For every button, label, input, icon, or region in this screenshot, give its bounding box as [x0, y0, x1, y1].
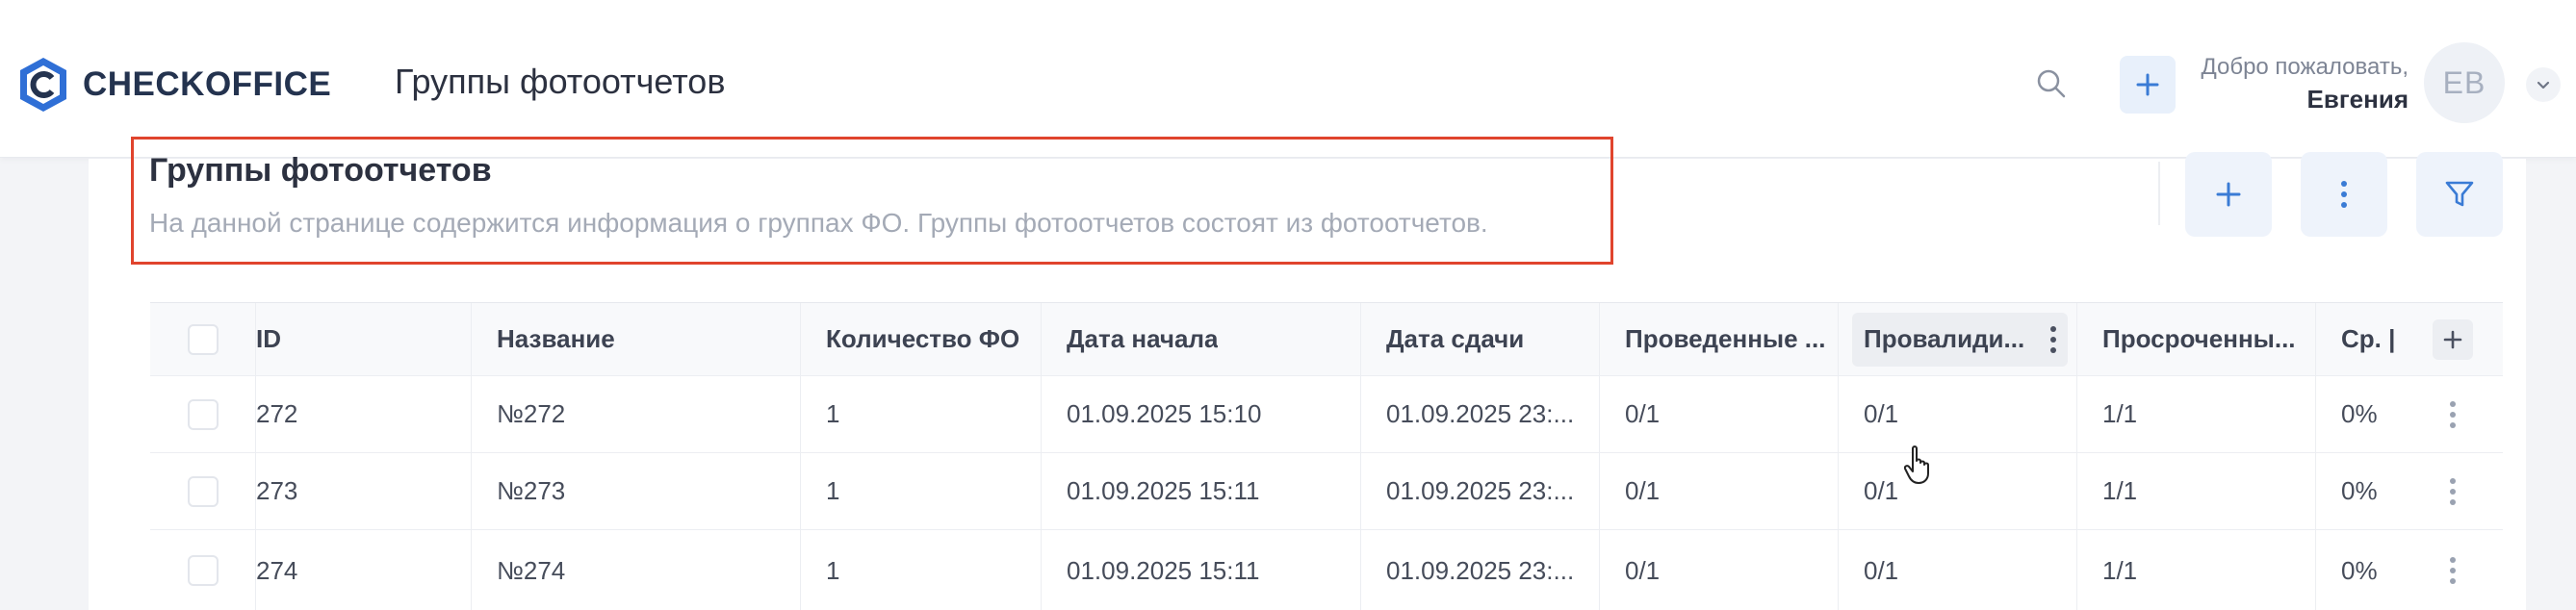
cell-average: 0%	[2341, 555, 2378, 585]
column-menu-icon[interactable]	[2050, 325, 2056, 353]
cell-name: №274	[472, 530, 801, 610]
more-vertical-icon	[2341, 181, 2347, 208]
user-menu-button[interactable]	[2526, 67, 2561, 102]
column-header-average[interactable]: Ср. |	[2316, 303, 2403, 375]
welcome-label: Добро пожаловать,	[2201, 54, 2409, 80]
plus-icon	[2136, 73, 2159, 96]
cell-start-date: 01.09.2025 15:11	[1042, 453, 1361, 529]
cell-start-date: 01.09.2025 15:11	[1042, 530, 1361, 610]
cell-overdue: 1/1	[2077, 530, 2316, 610]
row-actions-icon[interactable]	[2450, 400, 2456, 428]
row-select-cell	[150, 530, 256, 610]
row-actions-icon[interactable]	[2450, 477, 2456, 505]
table-row[interactable]: 274 №274 1 01.09.2025 15:11 01.09.2025 2…	[150, 530, 2503, 610]
column-header-due-date[interactable]: Дата сдачи	[1361, 303, 1600, 375]
header-page-title: Группы фотоотчетов	[395, 62, 726, 101]
cell-completed: 0/1	[1600, 376, 1839, 452]
column-header-overdue[interactable]: Просроченны...	[2077, 303, 2316, 375]
hand-cursor-icon	[1904, 445, 1929, 484]
column-header-photo-count[interactable]: Количество ФО	[801, 303, 1042, 375]
cell-due-date: 01.09.2025 23:...	[1361, 453, 1600, 529]
table-row[interactable]: 272 №272 1 01.09.2025 15:10 01.09.2025 2…	[150, 376, 2503, 453]
plus-icon	[2216, 182, 2241, 207]
cell-name: №272	[472, 376, 801, 452]
cell-name: №273	[472, 453, 801, 529]
cell-overdue: 1/1	[2077, 376, 2316, 452]
cell-due-date: 01.09.2025 23:...	[1361, 530, 1600, 610]
cell-id: 274	[256, 530, 472, 610]
row-actions-cell	[2403, 376, 2503, 452]
row-actions-icon[interactable]	[2450, 557, 2456, 584]
user-name: Евгения	[2306, 85, 2409, 114]
add-column-button[interactable]	[2433, 318, 2473, 360]
toolbar-divider	[2158, 162, 2160, 225]
row-actions-cell	[2403, 453, 2503, 529]
photo-report-groups-table: ID Название Количество ФО Дата начала Да…	[150, 302, 2503, 610]
column-header-id[interactable]: ID	[256, 303, 472, 375]
row-select-cell	[150, 376, 256, 452]
avatar[interactable]: ЕВ	[2424, 42, 2505, 123]
page-description: На данной странице содержится информация…	[149, 208, 1488, 238]
create-group-button[interactable]	[2185, 152, 2272, 237]
cell-due-date: 01.09.2025 23:...	[1361, 376, 1600, 452]
filter-button[interactable]	[2416, 152, 2503, 237]
column-header-validated[interactable]: Провалиди...	[1852, 312, 2068, 367]
cell-overdue: 1/1	[2077, 453, 2316, 529]
checkoffice-logo-icon	[20, 58, 66, 112]
cell-completed: 0/1	[1600, 453, 1839, 529]
row-actions-cell	[2403, 530, 2503, 610]
cell-validated: 0/1	[1839, 530, 2077, 610]
cell-id: 273	[256, 453, 472, 529]
cell-photo-count: 1	[801, 376, 1042, 452]
cell-start-date: 01.09.2025 15:10	[1042, 376, 1361, 452]
logo[interactable]: CHECKOFFICE	[17, 56, 331, 114]
cell-average: 0%	[2341, 399, 2378, 428]
cell-photo-count: 1	[801, 453, 1042, 529]
table-header-row: ID Название Количество ФО Дата начала Да…	[150, 303, 2503, 376]
top-bar: CHECKOFFICE Группы фотоотчетов Добро пож…	[0, 0, 2576, 158]
brand-name: CHECKOFFICE	[83, 65, 332, 103]
more-actions-button[interactable]	[2301, 152, 2387, 237]
cell-average: 0%	[2341, 476, 2378, 505]
row-checkbox[interactable]	[187, 475, 219, 507]
column-header-validated-cell: Провалиди...	[1839, 303, 2077, 375]
plus-icon	[2443, 330, 2462, 348]
cell-completed: 0/1	[1600, 530, 1839, 610]
page-heading: Группы фотоотчетов	[149, 152, 492, 189]
column-header-name[interactable]: Название	[472, 303, 801, 375]
select-all-checkbox[interactable]	[187, 323, 219, 355]
select-all-cell	[150, 303, 256, 375]
add-button[interactable]	[2120, 56, 2176, 114]
cell-validated: 0/1	[1839, 376, 2077, 452]
row-select-cell	[150, 453, 256, 529]
filter-icon	[2445, 181, 2474, 207]
chevron-down-icon	[2537, 81, 2550, 89]
search-icon[interactable]	[2035, 67, 2068, 100]
cell-id: 272	[256, 376, 472, 452]
table-row[interactable]: 273 №273 1 01.09.2025 15:11 01.09.2025 2…	[150, 453, 2503, 530]
column-header-completed[interactable]: Проведенные ...	[1600, 303, 1839, 375]
row-checkbox[interactable]	[187, 398, 219, 430]
column-header-start-date[interactable]: Дата начала	[1042, 303, 1361, 375]
row-checkbox[interactable]	[187, 555, 219, 586]
cell-validated: 0/1	[1839, 453, 2077, 529]
add-column-cell	[2403, 303, 2503, 375]
cell-photo-count: 1	[801, 530, 1042, 610]
